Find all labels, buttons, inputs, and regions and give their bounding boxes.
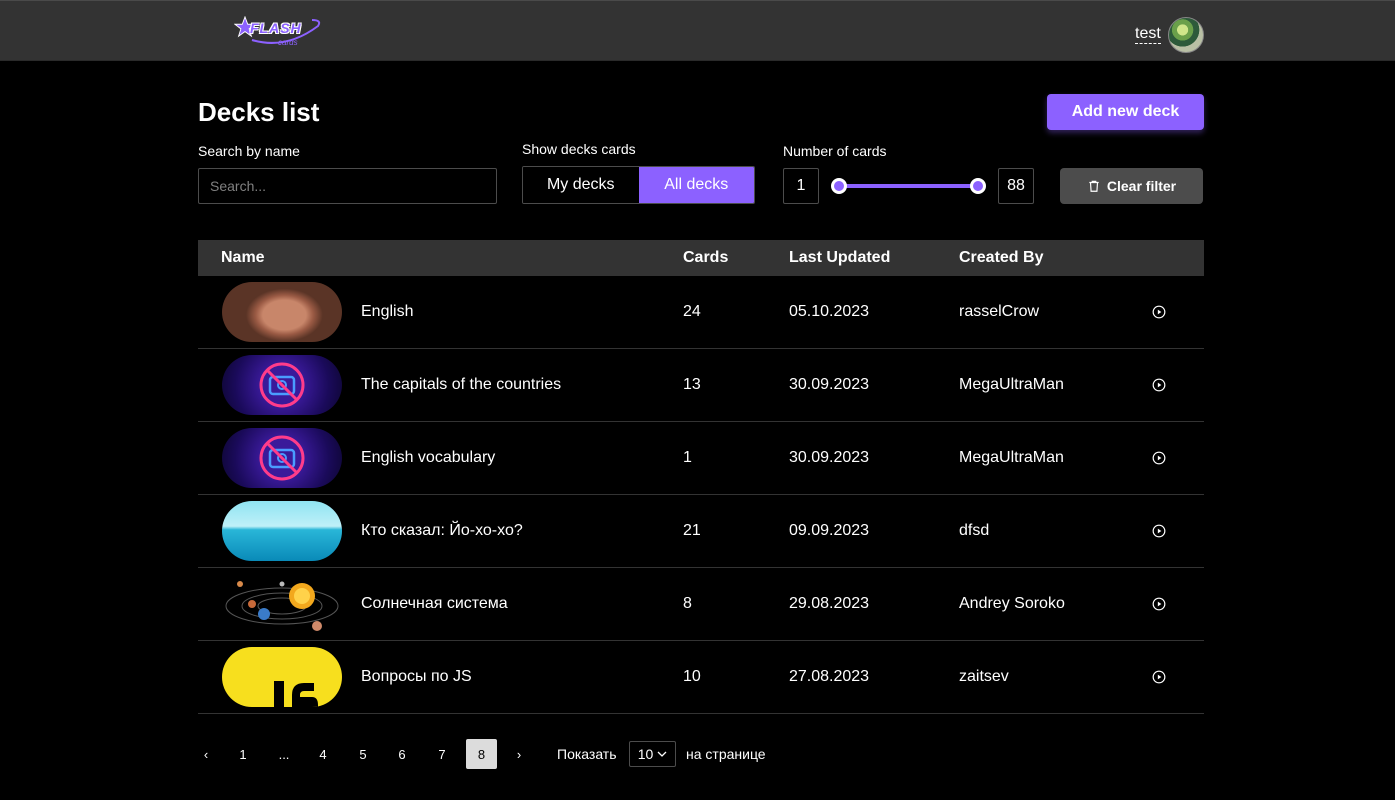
play-icon[interactable] [1152,305,1166,319]
pagination-page[interactable]: 5 [351,739,375,769]
play-icon[interactable] [1152,670,1166,684]
all-decks-tab[interactable]: All decks [638,167,754,203]
table-row[interactable]: Кто сказал: Йо-хо-хо? 21 09.09.2023 dfsd [198,495,1204,568]
no-image-icon [259,362,305,408]
logo-text: FLASH [250,20,302,36]
table-row[interactable]: The capitals of the countries 13 30.09.2… [198,349,1204,422]
deck-name[interactable]: English [361,303,413,321]
deck-last-updated: 29.08.2023 [789,595,870,612]
deck-cover-image [222,428,342,488]
show-decks-label: Show decks cards [522,141,636,157]
deck-author: Andrey Soroko [959,595,1065,612]
pagination-ellipsis: ... [278,746,290,762]
clear-filter-label: Clear filter [1106,178,1177,194]
play-icon[interactable] [1152,597,1166,611]
max-slider-handle[interactable] [970,178,986,194]
deck-cards-count: 24 [683,303,701,320]
add-new-deck-button[interactable]: Add new deck [1047,94,1204,130]
deck-cover-image [222,282,342,342]
app-header: FLASH cards test [0,0,1395,61]
table-header: Name Cards Last Updated Created By [198,240,1204,276]
my-decks-tab[interactable]: My decks [523,167,639,203]
user-name[interactable]: test [1135,25,1161,44]
column-last-updated[interactable]: Last Updated [789,249,890,267]
deck-author: MegaUltraMan [959,449,1064,466]
min-cards-value[interactable]: 1 [783,168,819,204]
search-label: Search by name [198,143,300,159]
max-cards-value[interactable]: 88 [998,168,1034,204]
pagination-page[interactable]: 7 [430,739,454,769]
avatar[interactable] [1168,17,1204,53]
page-title: Decks list [198,97,320,127]
deck-name[interactable]: The capitals of the countries [361,376,561,394]
js-logo-icon [274,681,318,707]
decks-toggle: My decks All decks [522,166,755,204]
deck-cards-count: 1 [683,449,692,466]
deck-author: MegaUltraMan [959,376,1064,393]
deck-name[interactable]: English vocabulary [361,449,495,467]
deck-cover-image [222,574,342,634]
pagination-page[interactable]: 1 [231,739,255,769]
play-icon[interactable] [1152,378,1166,392]
deck-cards-count: 21 [683,522,701,539]
table-row[interactable]: Вопросы по JS 10 27.08.2023 zaitsev [198,641,1204,714]
deck-last-updated: 05.10.2023 [789,303,870,320]
table-row[interactable]: English vocabulary 1 30.09.2023 MegaUltr… [198,422,1204,495]
deck-last-updated: 30.09.2023 [789,449,870,466]
pagination-page[interactable]: 6 [390,739,414,769]
solar-system-image [225,581,339,631]
deck-cards-count: 13 [683,376,701,393]
no-image-icon [259,435,305,481]
deck-author: dfsd [959,522,990,539]
deck-name[interactable]: Солнечная система [361,595,508,613]
deck-last-updated: 27.08.2023 [789,668,870,685]
logo-subtext: cards [278,38,298,47]
cards-range-label: Number of cards [783,143,887,159]
pagination-page-current[interactable]: 8 [466,739,497,769]
search-input[interactable] [198,168,497,204]
column-created-by[interactable]: Created By [959,249,1043,267]
per-page-select[interactable]: 10 [629,741,676,767]
table-row[interactable]: English 24 05.10.2023 rasselCrow [198,276,1204,349]
pagination-next[interactable]: › [507,739,531,769]
deck-author: rasselCrow [959,303,1040,320]
app-logo[interactable]: FLASH cards [234,14,324,50]
deck-cover-image [222,647,342,707]
deck-last-updated: 09.09.2023 [789,522,870,539]
play-icon[interactable] [1152,451,1166,465]
column-cards[interactable]: Cards [683,249,728,267]
column-name[interactable]: Name [221,249,265,267]
deck-cards-count: 10 [683,668,701,685]
min-slider-handle[interactable] [831,178,847,194]
cards-range-slider[interactable] [839,184,978,188]
trash-icon [1089,180,1099,192]
per-page-label: Показать [557,746,617,762]
pagination-page[interactable]: 4 [311,739,335,769]
deck-author: zaitsev [959,668,1009,685]
deck-name[interactable]: Кто сказал: Йо-хо-хо? [361,522,523,540]
deck-cards-count: 8 [683,595,692,612]
per-page-suffix: на странице [686,746,766,762]
pagination-prev[interactable]: ‹ [194,739,218,769]
chevron-down-icon [657,751,667,757]
play-icon[interactable] [1152,524,1166,538]
clear-filter-button[interactable]: Clear filter [1060,168,1203,204]
deck-name[interactable]: Вопросы по JS [361,668,472,686]
deck-last-updated: 30.09.2023 [789,376,870,393]
per-page-value: 10 [637,746,654,762]
deck-cover-image [222,501,342,561]
table-row[interactable]: Солнечная система 8 29.08.2023 Andrey So… [198,568,1204,641]
deck-cover-image [222,355,342,415]
